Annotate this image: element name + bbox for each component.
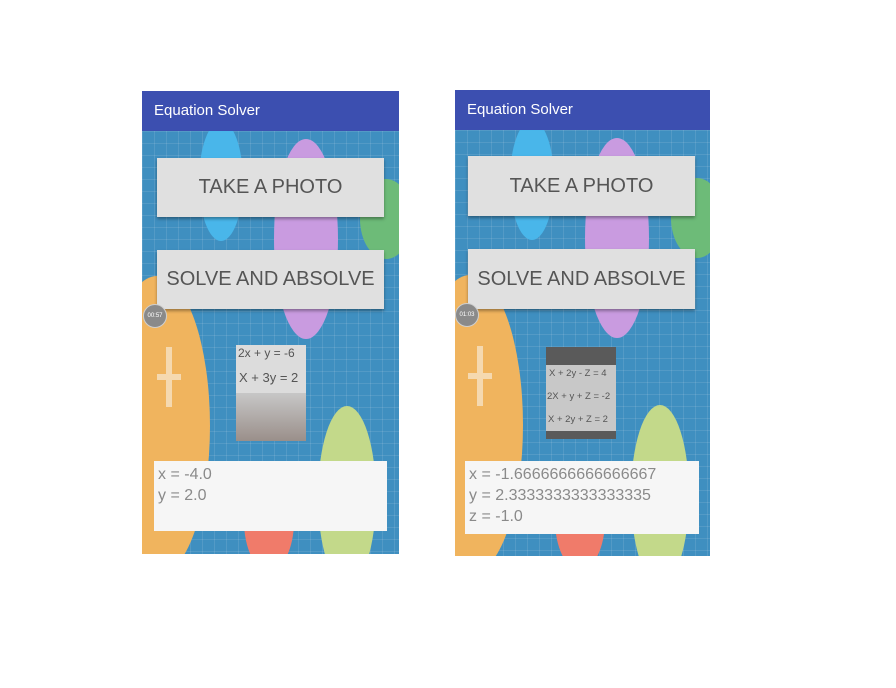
result-panel: x = -4.0 y = 2.0 xyxy=(154,461,387,531)
photo-top-band xyxy=(546,347,616,365)
photo-bottom-band xyxy=(546,431,616,439)
equation-photo: X + 2y - Z = 4 2X + y + Z = -2 X + 2y + … xyxy=(546,347,616,439)
timer-text: 01:03 xyxy=(459,312,475,318)
photo-equation-line: 2X + y + Z = -2 xyxy=(547,391,611,402)
solve-button[interactable]: SOLVE AND ABSOLVE xyxy=(468,249,695,309)
take-photo-label: TAKE A PHOTO xyxy=(509,175,654,197)
app-content: TAKE A PHOTO SOLVE AND ABSOLVE 01:03 X +… xyxy=(455,130,710,556)
result-x: x = -4.0 xyxy=(158,466,212,483)
photo-equation-line: X + 3y = 2 xyxy=(239,370,299,385)
plus-decoration-vertical xyxy=(477,346,483,406)
recording-timer: 00:57 xyxy=(143,304,167,328)
photo-equation-line: X + 2y + Z = 2 xyxy=(548,414,608,425)
app-content: TAKE A PHOTO SOLVE AND ABSOLVE 00:57 2x … xyxy=(142,131,399,554)
recording-timer: 01:03 xyxy=(455,303,479,327)
take-photo-button[interactable]: TAKE A PHOTO xyxy=(157,158,384,217)
result-z: z = -1.0 xyxy=(469,508,523,525)
solve-label: SOLVE AND ABSOLVE xyxy=(477,268,686,290)
timer-text: 00:57 xyxy=(147,313,163,319)
solve-label: SOLVE AND ABSOLVE xyxy=(166,268,375,290)
phone-screen-2: Equation Solver TAKE A PHOTO SOLVE AND A… xyxy=(455,90,710,556)
phone-screen-1: Equation Solver TAKE A PHOTO SOLVE AND A… xyxy=(142,91,399,554)
photo-equation-line: X + 2y - Z = 4 xyxy=(549,368,607,379)
result-y: y = 2.0 xyxy=(158,487,207,504)
photo-equation-line: 2x + y = -6 xyxy=(238,346,295,360)
result-y: y = 2.3333333333333335 xyxy=(469,487,651,504)
take-photo-label: TAKE A PHOTO xyxy=(198,176,343,198)
app-bar: Equation Solver xyxy=(142,91,399,131)
equation-photo: 2x + y = -6 X + 3y = 2 xyxy=(236,345,306,441)
plus-decoration-vertical xyxy=(166,347,172,407)
solve-button[interactable]: SOLVE AND ABSOLVE xyxy=(157,250,384,309)
result-panel: x = -1.6666666666666667 y = 2.3333333333… xyxy=(465,461,699,534)
app-title: Equation Solver xyxy=(154,102,260,119)
result-x: x = -1.6666666666666667 xyxy=(469,466,657,483)
photo-blur xyxy=(236,393,306,441)
app-bar: Equation Solver xyxy=(455,90,710,130)
app-title: Equation Solver xyxy=(467,101,573,118)
take-photo-button[interactable]: TAKE A PHOTO xyxy=(468,156,695,216)
